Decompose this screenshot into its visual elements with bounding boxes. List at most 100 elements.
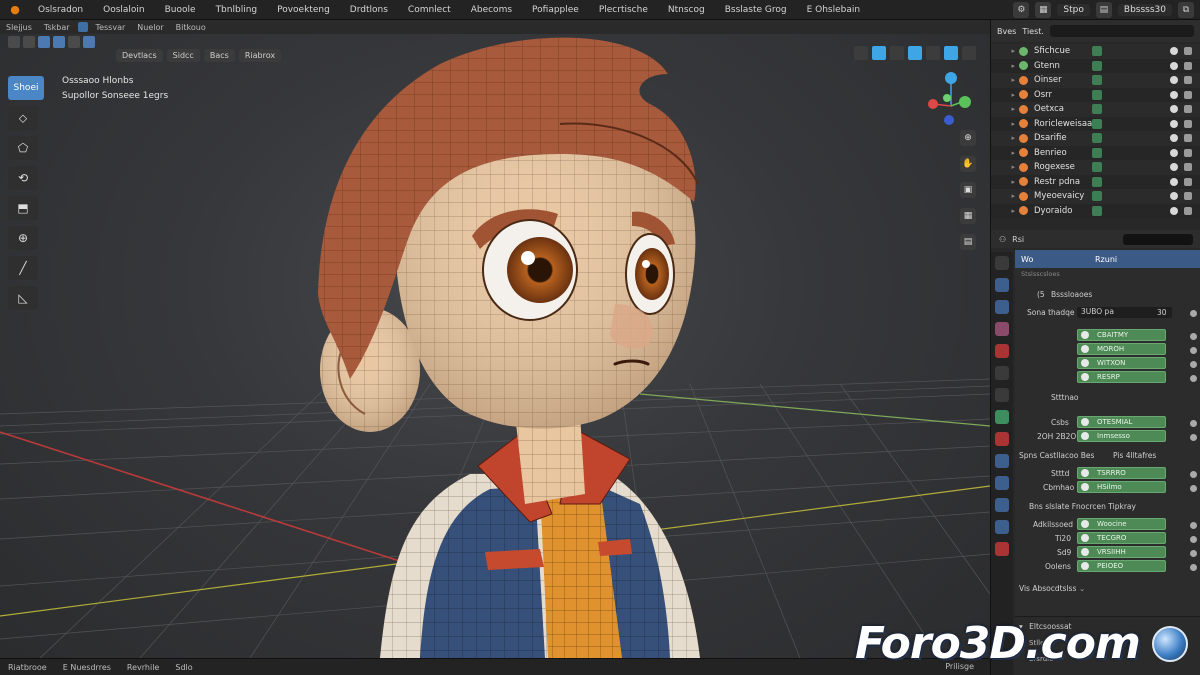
overlay-icon[interactable] <box>872 46 886 60</box>
expand-arrow-icon[interactable]: ▸ <box>991 149 1019 157</box>
keyframe-dot-icon[interactable] <box>1190 522 1197 529</box>
header-item-2[interactable]: Tessvar <box>90 23 132 32</box>
visibility-eye-icon[interactable] <box>1170 148 1178 157</box>
view-icon[interactable] <box>8 36 20 48</box>
material-shading-icon[interactable] <box>926 46 940 60</box>
grid-view-icon[interactable]: ▤ <box>960 234 976 250</box>
visibility-eye-icon[interactable] <box>1170 47 1178 56</box>
properties-title-bar[interactable]: Wo Rzuni <box>1015 250 1200 268</box>
keyframe-dot-icon[interactable] <box>1190 550 1197 557</box>
render-camera-icon[interactable] <box>1184 61 1192 70</box>
menu-item-edit[interactable]: Ooslaloin <box>93 5 155 15</box>
green-button-d[interactable]: HSilmo <box>1077 481 1166 493</box>
3d-viewport[interactable]: Devtlacs Sidcc Bacs Riabrox Osssaoo Hlon… <box>0 34 990 658</box>
expand-arrow-icon[interactable]: ▸ <box>991 134 1019 142</box>
visibility-eye-icon[interactable] <box>1170 90 1178 99</box>
outliner-row[interactable]: ▸ Rogexese <box>991 160 1200 175</box>
visibility-eye-icon[interactable] <box>1170 163 1178 172</box>
header-item-3[interactable]: Nuelor <box>131 23 169 32</box>
green-button-g[interactable]: VRSIIHH <box>1077 546 1166 558</box>
keyframe-dot-icon[interactable] <box>1190 434 1197 441</box>
modifier-props-icon[interactable] <box>995 410 1009 424</box>
outliner-row[interactable]: ▸ Osrr <box>991 87 1200 102</box>
modifier-icon[interactable] <box>1092 133 1102 144</box>
physics-icon[interactable] <box>995 454 1009 468</box>
shading-icon[interactable] <box>83 36 95 48</box>
green-button-1[interactable]: CBAITMY <box>1077 329 1166 341</box>
outliner-row[interactable]: ▸ Restr pdna <box>991 174 1200 189</box>
green-button-a[interactable]: OTESMIAL <box>1077 416 1166 428</box>
menu-item-layout[interactable]: Abecoms <box>461 5 522 15</box>
render-props-icon[interactable] <box>995 278 1009 292</box>
settings-icon[interactable]: ⚙ <box>1013 2 1030 18</box>
xray-icon[interactable] <box>890 46 904 60</box>
menu-item-connect[interactable]: Comnlect <box>398 5 461 15</box>
output-props-icon[interactable] <box>995 300 1009 314</box>
expand-arrow-icon[interactable]: ▸ <box>991 207 1019 215</box>
keyframe-dot-icon[interactable] <box>1190 347 1197 354</box>
grid-icon[interactable]: ▦ <box>1035 2 1052 18</box>
modifier-icon[interactable] <box>1092 205 1102 216</box>
camera-icon[interactable]: ▣ <box>960 182 976 198</box>
layers-icon[interactable]: ⧉ <box>1178 2 1194 18</box>
material-props-icon[interactable] <box>995 520 1009 534</box>
green-button-2[interactable]: MOROH <box>1077 343 1166 355</box>
header-item-4[interactable]: Bitkouo <box>170 23 212 32</box>
render-camera-icon[interactable] <box>1184 105 1192 114</box>
wireframe-icon[interactable] <box>962 46 976 60</box>
transform-tool-icon[interactable]: ⬒ <box>8 196 38 220</box>
keyframe-dot-icon[interactable] <box>1190 564 1197 571</box>
solid-shading-icon[interactable] <box>908 46 922 60</box>
render-camera-icon[interactable] <box>1184 47 1192 56</box>
expand-arrow-icon[interactable]: ▸ <box>991 163 1019 171</box>
cursor-tool-icon[interactable]: ⊕ <box>8 226 38 250</box>
outliner-tab[interactable]: Bves <box>997 27 1016 36</box>
header-item-1[interactable]: Tskbar <box>38 23 76 32</box>
green-button-e[interactable]: Woocine <box>1077 518 1166 530</box>
menu-item-options[interactable]: Drdtlons <box>340 5 398 15</box>
rotate-tool-icon[interactable]: ⬠ <box>8 136 38 160</box>
visibility-eye-icon[interactable] <box>1170 61 1178 70</box>
expand-arrow-icon[interactable]: ▸ <box>991 120 1019 128</box>
scene-name-field[interactable]: Bbssss30 <box>1117 4 1172 16</box>
sculpt-mode-icon[interactable] <box>68 36 80 48</box>
move-tool-icon[interactable]: ⬦ <box>8 106 38 130</box>
modifier-icon[interactable] <box>1092 75 1102 86</box>
modifier-icon[interactable] <box>1092 162 1102 173</box>
edit-mode-icon[interactable] <box>53 36 65 48</box>
gizmo-icon[interactable] <box>854 46 868 60</box>
keyframe-dot-icon[interactable] <box>1190 333 1197 340</box>
outliner-row[interactable]: ▸ Sfichcue <box>991 44 1200 59</box>
keyframe-dot-icon[interactable] <box>1190 375 1197 382</box>
green-button-f[interactable]: TECGRO <box>1077 532 1166 544</box>
outliner-row[interactable]: ▸ Dsarifie <box>991 131 1200 146</box>
expand-arrow-icon[interactable]: ▸ <box>991 47 1019 55</box>
green-button-c[interactable]: TSRRRO <box>1077 467 1166 479</box>
object-props-icon[interactable] <box>995 388 1009 402</box>
menu-item-nodes[interactable]: Ntnscog <box>658 5 715 15</box>
constraints-icon[interactable] <box>995 476 1009 490</box>
keyframe-dot-icon[interactable] <box>1190 361 1197 368</box>
visibility-eye-icon[interactable] <box>1170 76 1178 85</box>
render-camera-icon[interactable] <box>1184 76 1192 85</box>
world-props-icon[interactable] <box>995 366 1009 380</box>
menu-item-workspace[interactable]: Povoekteng <box>267 5 340 15</box>
object-mode-icon[interactable] <box>38 36 50 48</box>
select-icon[interactable] <box>23 36 35 48</box>
keyframe-dot-icon[interactable] <box>1190 310 1197 317</box>
visibility-eye-icon[interactable] <box>1170 206 1178 215</box>
green-button-3[interactable]: WITXON <box>1077 357 1166 369</box>
modifier-icon[interactable] <box>1092 46 1102 57</box>
texture-props-icon[interactable] <box>995 542 1009 556</box>
chevron-down-icon[interactable]: ⌄ <box>1079 584 1085 593</box>
expand-arrow-icon[interactable]: ▸ <box>991 192 1019 200</box>
render-camera-icon[interactable] <box>1184 134 1192 143</box>
modifier-icon[interactable] <box>1092 60 1102 71</box>
modifier-icon[interactable] <box>1092 147 1102 158</box>
keyframe-dot-icon[interactable] <box>1190 536 1197 543</box>
particles-icon[interactable] <box>995 432 1009 446</box>
navigation-gizmo[interactable] <box>925 68 975 128</box>
tool-props-icon[interactable] <box>995 256 1009 270</box>
menu-item-profile[interactable]: Pofiapplee <box>522 5 589 15</box>
expand-arrow-icon[interactable]: ▸ <box>991 62 1019 70</box>
